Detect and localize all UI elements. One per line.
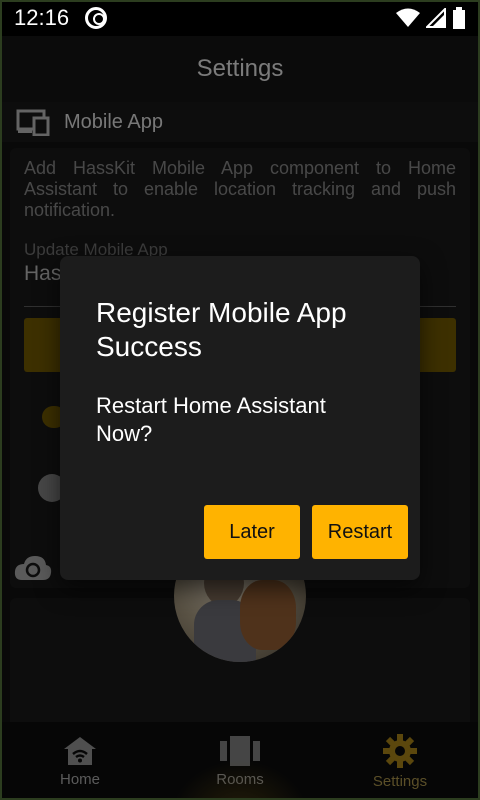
dialog-message: Restart Home Assistant Now? — [96, 393, 326, 446]
app-notification-icon — [85, 7, 108, 29]
dialog-title: Register Mobile App Success — [96, 297, 347, 362]
later-button[interactable]: Later — [204, 505, 300, 559]
status-time: 12:16 — [14, 5, 70, 30]
status-bar: 12:16 — [0, 0, 480, 36]
signal-icon — [426, 8, 446, 28]
wifi-icon — [396, 8, 420, 27]
alert-dialog: Register Mobile App Success Restart Home… — [60, 256, 420, 580]
battery-icon — [453, 7, 465, 29]
restart-button[interactable]: Restart — [312, 505, 408, 559]
